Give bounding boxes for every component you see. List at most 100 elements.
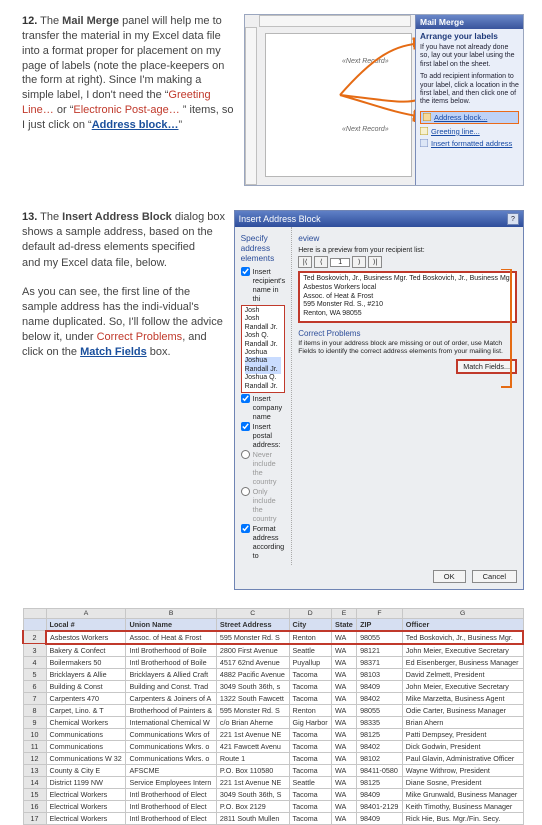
cell: 595 Monster Rd. S xyxy=(216,631,289,644)
only-country-radio[interactable]: Only include the country xyxy=(241,487,286,523)
step13-number: 13. xyxy=(22,211,37,223)
name-option[interactable]: Josh Q. Randall Jr. xyxy=(245,332,282,349)
next-record-button[interactable]: ⟩ xyxy=(352,256,366,268)
cell: WA xyxy=(332,776,357,788)
name-option-selected[interactable]: Joshua Randall Jr. xyxy=(245,357,282,374)
greeting-line-link[interactable]: Greeting line... xyxy=(420,127,519,136)
preview-address: Ted Boskovich, Jr., Business Mgr. Ted Bo… xyxy=(298,271,517,323)
col-letter: F xyxy=(357,608,403,618)
cell: Seattle xyxy=(289,776,332,788)
insert-postal-checkbox[interactable]: Insert postal address: xyxy=(241,422,286,449)
cell: 98055 xyxy=(357,704,403,716)
section-insert-address-block: 13. The Insert Address Block dialog box … xyxy=(0,192,542,594)
excel-body: 2Asbestos WorkersAssoc. of Heat & Frost5… xyxy=(23,631,523,825)
col-letter xyxy=(23,608,46,618)
never-country-radio[interactable]: Never include the country xyxy=(241,450,286,486)
name-option[interactable]: Josh xyxy=(245,307,282,315)
cell: 221 1st Avenue NE xyxy=(216,776,289,788)
cell: WA xyxy=(332,704,357,716)
table-row: 7Carpenters 470Carpenters & Joiners of A… xyxy=(23,692,523,704)
mail-merge-tip1: If you have not already done so, lay out… xyxy=(420,44,519,69)
step12-body: The Mail Merge panel will help me to tra… xyxy=(22,15,234,131)
row-number: 15 xyxy=(23,788,46,800)
row-number: 4 xyxy=(23,656,46,668)
name-option[interactable]: Joshua Q. Randall Jr. xyxy=(245,374,282,391)
cell: Communications xyxy=(46,740,126,752)
cell: Tacoma xyxy=(289,788,332,800)
row-number: 2 xyxy=(23,631,46,644)
preview-label: Here is a preview from your recipient li… xyxy=(298,247,517,254)
cell: Intl Brotherhood of Elect xyxy=(126,800,216,812)
table-row: 13County & City EAFSCMEP.O. Box 110580Ta… xyxy=(23,764,523,776)
cell: Tacoma xyxy=(289,740,332,752)
cell: Ed Eisenberger, Business Manager xyxy=(402,656,523,668)
cell: WA xyxy=(332,644,357,657)
cell: 98125 xyxy=(357,776,403,788)
cell: Communications xyxy=(46,728,126,740)
chk-format-label: Format address according to xyxy=(253,524,286,560)
cell: Intl Brotherhood of Boile xyxy=(126,656,216,668)
row-number: 12 xyxy=(23,752,46,764)
chk-recipient-label: Insert recipient's name in thi xyxy=(253,267,286,303)
cell: 3049 South 36th, s xyxy=(216,680,289,692)
cell: Intl Brotherhood of Elect xyxy=(126,812,216,824)
table-row: 3Bakery & ConfectIntl Brotherhood of Boi… xyxy=(23,644,523,657)
col-letter: B xyxy=(126,608,216,618)
col-letter: A xyxy=(46,608,126,618)
cell: c/o Brian Aherne xyxy=(216,716,289,728)
cell: John Meier, Executive Secretary xyxy=(402,680,523,692)
mail-merge-title: Mail Merge xyxy=(416,15,523,29)
insert-recipient-checkbox[interactable]: Insert recipient's name in thi xyxy=(241,267,286,303)
last-record-button[interactable]: ⟩| xyxy=(368,256,382,268)
chk-company-label: Insert company name xyxy=(253,394,286,421)
cell: Carpenters 470 xyxy=(46,692,126,704)
cell: 3049 South 36th, S xyxy=(216,788,289,800)
cancel-button[interactable]: Cancel xyxy=(472,570,517,583)
cell: Carpenters & Joiners of A xyxy=(126,692,216,704)
name-option[interactable]: Joshua xyxy=(245,349,282,357)
cell: Tacoma xyxy=(289,752,332,764)
cell: Keith Timothy, Business Manager xyxy=(402,800,523,812)
cell: Puyallup xyxy=(289,656,332,668)
cell: 98409 xyxy=(357,680,403,692)
ok-button[interactable]: OK xyxy=(433,570,466,583)
first-record-button[interactable]: |⟨ xyxy=(298,256,312,268)
cell: 98402 xyxy=(357,740,403,752)
name-option[interactable]: Josh Randall Jr. xyxy=(245,315,282,332)
step12-text: 12. The Mail Merge panel will help me to… xyxy=(22,14,234,186)
chk-company[interactable] xyxy=(241,394,250,403)
preview-line: Renton, WA 98055 xyxy=(303,310,512,319)
cell: Assoc. of Heat & Frost xyxy=(126,631,216,644)
prev-record-button[interactable]: ⟨ xyxy=(314,256,328,268)
cell: Asbestos Workers xyxy=(46,631,126,644)
cell: 98121 xyxy=(357,644,403,657)
table-row: 12Communications W 32Communications Wkrs… xyxy=(23,752,523,764)
word-window-mock: «Next Record» «Next Record» Mail Merge A… xyxy=(244,14,524,186)
insert-fmt-link[interactable]: Insert formatted address xyxy=(420,139,519,148)
cell: WA xyxy=(332,631,357,644)
address-block-link[interactable]: Address block... xyxy=(420,111,519,124)
cell: AFSCME xyxy=(126,764,216,776)
chk-format[interactable] xyxy=(241,524,250,533)
row-number: 7 xyxy=(23,692,46,704)
cell: WA xyxy=(332,680,357,692)
chk-postal[interactable] xyxy=(241,422,250,431)
row-number: 14 xyxy=(23,776,46,788)
step12-number: 12. xyxy=(22,15,37,27)
table-row: 2Asbestos WorkersAssoc. of Heat & Frost5… xyxy=(23,631,523,644)
excel-table: ABCDEFG Local #Union NameStreet AddressC… xyxy=(22,608,524,825)
close-button[interactable]: ? xyxy=(507,213,519,225)
col-header: City xyxy=(289,618,332,631)
name-format-list[interactable]: Josh Josh Randall Jr. Josh Q. Randall Jr… xyxy=(241,305,286,393)
cell: 98409 xyxy=(357,788,403,800)
radio-only-country[interactable] xyxy=(241,487,250,496)
cell: 98401-2129 xyxy=(357,800,403,812)
table-row: 10CommunicationsCommunications Wkrs of22… xyxy=(23,728,523,740)
record-index[interactable]: 1 xyxy=(330,258,350,267)
chk-recipient[interactable] xyxy=(241,267,250,276)
insert-company-checkbox[interactable]: Insert company name xyxy=(241,394,286,421)
cell: Service Employees Intern xyxy=(126,776,216,788)
radio-never-country[interactable] xyxy=(241,450,250,459)
format-address-checkbox[interactable]: Format address according to xyxy=(241,524,286,560)
cell: District 1199 NW xyxy=(46,776,126,788)
